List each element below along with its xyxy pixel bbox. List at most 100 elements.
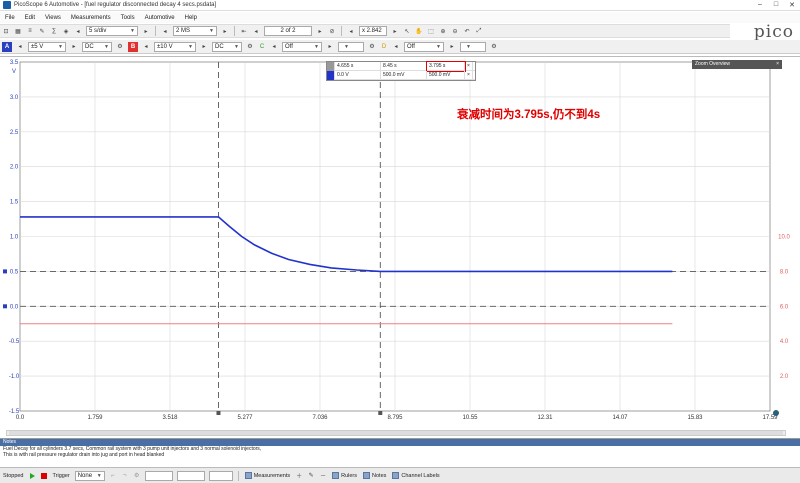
zoom-box-icon[interactable]: ⬚ [426, 26, 436, 36]
spectrum-icon[interactable]: ≡ [25, 26, 35, 36]
trigger-level-field[interactable] [144, 470, 173, 481]
channel-b-options-icon[interactable]: ⚙ [245, 42, 255, 52]
zoom-fit-icon[interactable]: ⤢ [474, 26, 484, 36]
x-tick-label: 10.55 [462, 415, 478, 421]
channel-c-icon[interactable]: C [257, 42, 267, 52]
buffer-settings-icon[interactable]: ⊘ [327, 26, 337, 36]
trigger-mode-select[interactable]: None ▼ [74, 470, 105, 481]
zoom-overview-close-icon[interactable]: × [776, 60, 782, 69]
remove-measurement-icon[interactable]: － [318, 471, 328, 481]
zoom-level-field[interactable]: x 2.842 [359, 26, 387, 36]
channel-b-range-left-icon[interactable]: ◂ [141, 42, 151, 52]
trigger-settings-icon[interactable]: ⚙ [132, 471, 142, 481]
channel-c-range-left-icon[interactable]: ◂ [269, 42, 279, 52]
channel-b-badge[interactable]: B [128, 41, 138, 52]
channel-b-range-right-icon[interactable]: ▸ [199, 42, 209, 52]
notes-panel[interactable]: Notes Fuel Decay for all cylinders 3.7 s… [0, 438, 800, 466]
channel-d-range-left-icon[interactable]: ◂ [391, 42, 401, 52]
undo-zoom-icon[interactable]: ↶ [462, 26, 472, 36]
menu-views[interactable]: Views [45, 15, 61, 21]
first-buffer-icon[interactable]: ⇤ [239, 26, 249, 36]
channel-d-icon[interactable]: D [379, 42, 389, 52]
zoom-in-full-icon[interactable]: ▸ [390, 26, 400, 36]
ruler-legend[interactable]: 4.655 s 8.45 s 3.795 s × 0.0 V 500.0 mV … [326, 60, 476, 81]
channel-c-coupling-select[interactable]: ▼ [338, 41, 364, 52]
channel-a-range-left-icon[interactable]: ◂ [15, 42, 25, 52]
samples-right-icon[interactable]: ▸ [220, 26, 230, 36]
measurements-button[interactable]: Measurements [244, 472, 290, 479]
channel-c-options-icon[interactable]: ⚙ [367, 42, 377, 52]
trigger-rising-icon[interactable]: ⌐ [108, 471, 118, 481]
channel-a-range-select[interactable]: ±5 V ▼ [28, 41, 66, 52]
channel-d-options-icon[interactable]: ⚙ [489, 42, 499, 52]
x-tick-label: 12.31 [537, 415, 553, 421]
timebase-select[interactable]: 5 s/div ▼ [86, 26, 138, 36]
channel-a-badge[interactable]: A [2, 41, 12, 52]
time-ruler-icon [327, 61, 335, 71]
zoom-out-full-icon[interactable]: ◂ [346, 26, 356, 36]
hand-tool-icon[interactable]: ✋ [414, 26, 424, 36]
add-measurement-icon[interactable]: ＋ [294, 471, 304, 481]
menu-file[interactable]: File [5, 15, 15, 21]
maximize-button[interactable]: □ [768, 1, 784, 9]
math-icon[interactable]: ∑ [49, 26, 59, 36]
persistence-icon[interactable]: ▦ [13, 26, 23, 36]
channel-a-options-icon[interactable]: ⚙ [115, 42, 125, 52]
edit-measurement-icon[interactable]: ✎ [306, 471, 316, 481]
rulers-button[interactable]: Rulers [332, 472, 357, 479]
channel-a-coupling-select[interactable]: DC ▼ [82, 41, 112, 52]
timebase-left-icon[interactable]: ◂ [73, 26, 83, 36]
channel-d-range-select[interactable]: Off ▼ [404, 41, 444, 52]
main-toolbar: ⊡ ▦ ≡ ✎ ∑ ◈ ◂ 5 s/div ▼ ▸ ◂ 2 MS ▼ ▸ ⇤ ◂ 2… [0, 24, 730, 38]
notes-line-2: This is with rail pressure regulator dra… [3, 452, 165, 458]
scope-mode-icon[interactable]: ⊡ [1, 26, 11, 36]
channel-a-range-right-icon[interactable]: ▸ [69, 42, 79, 52]
timebase-right-icon[interactable]: ▸ [141, 26, 151, 36]
channel-d-coupling-select[interactable]: ▼ [460, 41, 486, 52]
menu-automotive[interactable]: Automotive [145, 15, 175, 21]
x-tick-label: 7.036 [312, 415, 328, 421]
annotation-text: 衰减时间为3.795s,仍不到4s [457, 109, 601, 121]
run-icon[interactable] [29, 472, 35, 479]
channel-b-range-select[interactable]: ±10 V ▼ [154, 41, 196, 52]
buffer-navigator[interactable]: 2 of 2 [264, 26, 312, 36]
menu-help[interactable]: Help [185, 15, 197, 21]
stop-icon[interactable] [40, 472, 47, 479]
zoom-in-icon[interactable]: ⊕ [438, 26, 448, 36]
zoom-out-icon[interactable]: ⊖ [450, 26, 460, 36]
time-ruler-handle [378, 411, 383, 415]
probe-icon[interactable]: ✎ [37, 26, 47, 36]
channel-b-coupling-select[interactable]: DC ▼ [212, 41, 242, 52]
y-tick-label: 3.5 [10, 60, 19, 66]
minimize-button[interactable]: – [752, 1, 768, 9]
horizontal-scrollbar[interactable] [6, 430, 786, 436]
samples-left-icon[interactable]: ◂ [160, 26, 170, 36]
time-ruler-close-icon[interactable]: × [465, 61, 473, 71]
scope-view[interactable]: 0.0 1.759 3.518 5.277 7.036 8.795 10.55 12.31 14… [0, 56, 800, 424]
scrollbar-thumb[interactable] [9, 431, 783, 435]
menu-measurements[interactable]: Measurements [71, 15, 111, 21]
zoom-overview-panel[interactable]: Zoom Overview × [692, 60, 782, 69]
next-buffer-icon[interactable]: ▸ [315, 26, 325, 36]
reference-icon[interactable]: ◈ [61, 26, 71, 36]
samples-select[interactable]: 2 MS ▼ [173, 26, 217, 36]
trigger-delay-field[interactable] [208, 470, 233, 481]
menu-tools[interactable]: Tools [121, 15, 135, 21]
channel-c-range-right-icon[interactable]: ▸ [325, 42, 335, 52]
waveform-chart[interactable]: 0.0 1.759 3.518 5.277 7.036 8.795 10.55 12.31 14… [0, 57, 800, 425]
title-bar: PicoScope 6 Automotive - [fuel regulator… [0, 0, 800, 11]
channel-d-range-right-icon[interactable]: ▸ [447, 42, 457, 52]
pico-logo: pico [753, 22, 794, 42]
signal-ruler-close-icon[interactable]: × [465, 70, 473, 80]
x-tick-label: 3.518 [162, 415, 178, 421]
channel-labels-button[interactable]: Channel Labels [392, 472, 440, 479]
channel-c-range-select[interactable]: Off ▼ [282, 41, 322, 52]
trigger-falling-icon[interactable]: ¬ [120, 471, 130, 481]
pre-trigger-field[interactable] [176, 470, 205, 481]
y-right-tick-label: 4.0 [780, 339, 789, 345]
close-button[interactable]: ✕ [784, 1, 800, 9]
menu-edit[interactable]: Edit [25, 15, 35, 21]
select-tool-icon[interactable]: ↖ [402, 26, 412, 36]
notes-button[interactable]: Notes [363, 472, 386, 479]
prev-buffer-icon[interactable]: ◂ [251, 26, 261, 36]
